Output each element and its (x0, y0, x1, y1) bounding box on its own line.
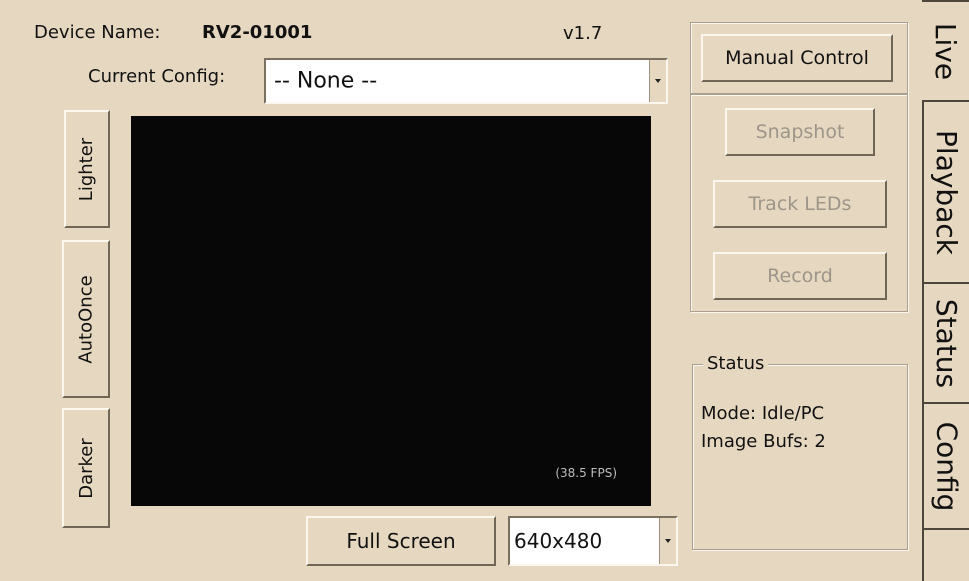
full-screen-button-label: Full Screen (346, 529, 456, 553)
manual-control-button-label: Manual Control (725, 47, 869, 69)
tab-strip-filler (922, 528, 969, 581)
config-select[interactable]: -- None -- (264, 58, 668, 104)
full-screen-button[interactable]: Full Screen (306, 516, 496, 566)
snapshot-button[interactable]: Snapshot (725, 108, 875, 156)
chevron-down-icon[interactable] (659, 518, 676, 564)
autoonce-button-label: AutoOnce (75, 274, 97, 364)
snapshot-button-label: Snapshot (755, 121, 845, 143)
tab-status-label: Status (930, 298, 964, 388)
resolution-select-value: 640x480 (514, 529, 603, 553)
chevron-down-icon[interactable] (649, 60, 666, 102)
video-display[interactable]: (38.5 FPS) (131, 116, 651, 506)
record-button[interactable]: Record (713, 252, 887, 300)
tab-status[interactable]: Status (922, 282, 969, 402)
darker-button[interactable]: Darker (62, 408, 110, 528)
image-bufs-text: Image Bufs: 2 (701, 431, 826, 452)
version-label: v1.7 (563, 23, 603, 44)
device-name-label: Device Name: (34, 22, 161, 43)
tab-live-label: Live (929, 22, 962, 80)
tab-config[interactable]: Config (922, 402, 969, 528)
darker-button-label: Darker (75, 437, 97, 499)
status-group: Status Mode: Idle/PC Image Bufs: 2 (692, 353, 908, 550)
tab-playback[interactable]: Playback (922, 100, 969, 282)
mode-text: Mode: Idle/PC (701, 403, 825, 424)
manual-control-button[interactable]: Manual Control (701, 34, 893, 82)
tab-playback-label: Playback (930, 129, 963, 255)
track-leds-button[interactable]: Track LEDs (713, 180, 887, 228)
config-select-value: -- None -- (274, 68, 378, 94)
tab-live[interactable]: Live (922, 0, 969, 100)
fps-label: (38.5 FPS) (555, 466, 617, 480)
current-config-label: Current Config: (88, 66, 226, 87)
autoonce-button[interactable]: AutoOnce (62, 240, 110, 398)
tab-config-label: Config (930, 421, 963, 511)
device-name-value: RV2-01001 (202, 22, 313, 43)
record-button-label: Record (767, 265, 833, 287)
resolution-select[interactable]: 640x480 (508, 516, 678, 566)
lighter-button-label: Lighter (76, 137, 98, 201)
track-leds-button-label: Track LEDs (748, 193, 852, 215)
lighter-button[interactable]: Lighter (64, 110, 110, 228)
status-group-title: Status (703, 353, 769, 374)
